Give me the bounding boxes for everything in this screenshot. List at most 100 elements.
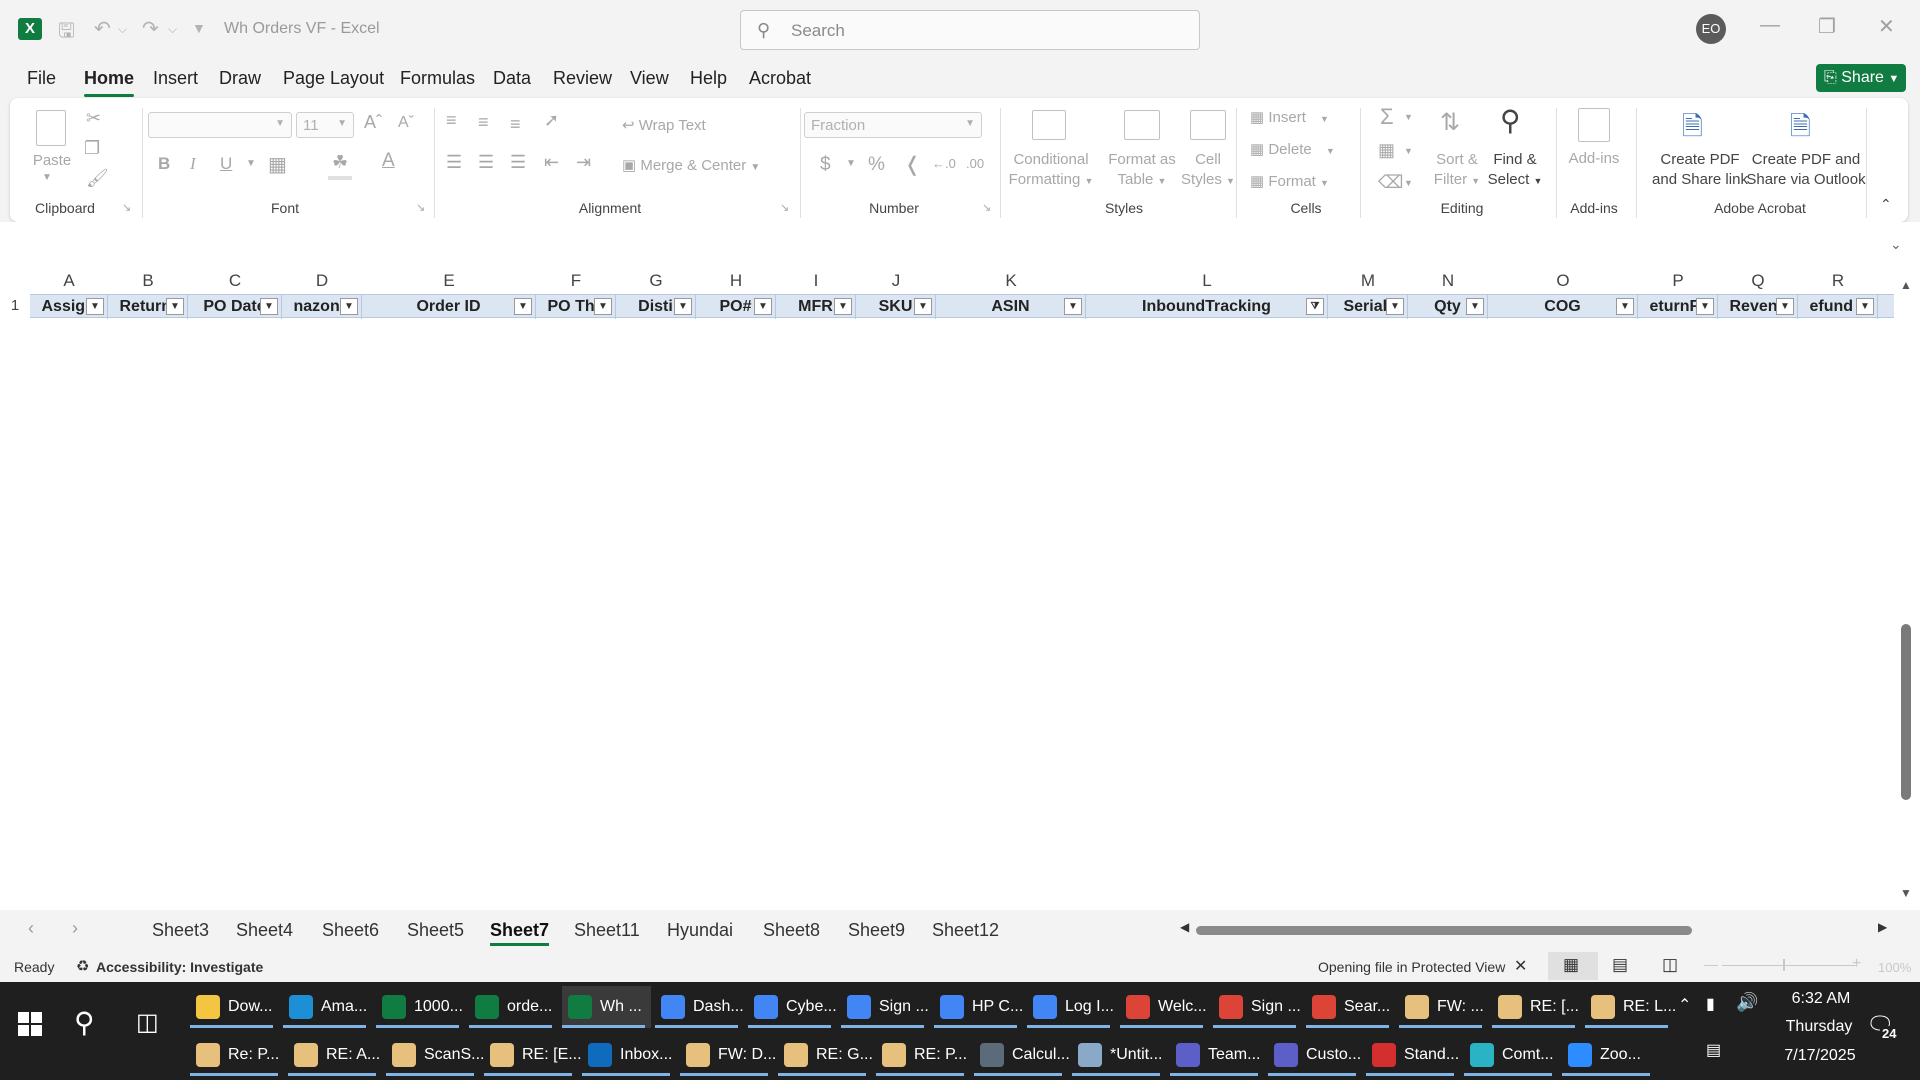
undo-dropdown-icon[interactable]: ⌵ xyxy=(118,22,127,37)
column-header-b[interactable]: B xyxy=(108,270,188,292)
filter-dropdown-icon[interactable]: ▼ xyxy=(1064,298,1082,315)
bold-button[interactable]: B xyxy=(158,154,170,174)
zoom-level[interactable]: 100% xyxy=(1878,960,1911,975)
zoom-in-icon[interactable]: + xyxy=(1852,955,1861,973)
tab-page-layout[interactable]: Page Layout xyxy=(283,68,384,89)
taskbar-app[interactable]: Ama... xyxy=(283,986,372,1028)
clipboard-launcher-icon[interactable]: ↘ xyxy=(122,201,131,214)
sheet-tab-hyundai[interactable]: Hyundai xyxy=(667,920,733,941)
insert-cells-button[interactable]: ▦ Insert ▼ xyxy=(1250,108,1329,126)
accessibility-status[interactable]: Accessibility: Investigate xyxy=(96,959,263,975)
clock-date[interactable]: 7/17/2025 xyxy=(1770,1047,1870,1065)
orientation-icon[interactable]: ➚ xyxy=(544,110,559,131)
clock-day[interactable]: Thursday xyxy=(1774,1018,1864,1036)
sheet-tab-sheet12[interactable]: Sheet12 xyxy=(932,920,999,941)
decrease-indent-icon[interactable]: ⇤ xyxy=(544,152,559,173)
header-cell[interactable]: Assigned▼ xyxy=(30,295,108,319)
font-launcher-icon[interactable]: ↘ xyxy=(416,201,425,214)
tab-home[interactable]: Home xyxy=(84,68,135,97)
fill-dropdown-icon[interactable]: ▼ xyxy=(1404,146,1413,156)
prev-sheet-icon[interactable]: ‹ xyxy=(28,918,34,939)
taskbar-app[interactable]: Wh ... xyxy=(562,986,651,1028)
header-cell[interactable]: Disti ▼ xyxy=(616,295,696,319)
sheet-tab-sheet5[interactable]: Sheet5 xyxy=(407,920,464,941)
column-header-k[interactable]: K xyxy=(936,270,1086,292)
align-bottom-icon[interactable]: ≡ xyxy=(510,114,521,135)
taskbar-app[interactable]: 1000... xyxy=(376,986,465,1028)
worksheet[interactable]: ⌄ ABCDEFGHIJKLMNOPQR 1 Assigned▼Return D… xyxy=(0,222,1920,910)
increase-font-icon[interactable]: Aˆ xyxy=(364,112,382,133)
network-icon[interactable]: ▤ xyxy=(1706,1040,1721,1060)
zoom-slider-thumb[interactable] xyxy=(1783,959,1785,971)
cut-icon[interactable]: ✂ xyxy=(86,108,101,129)
header-cell[interactable]: Revenu ▼ xyxy=(1718,295,1798,319)
increase-indent-icon[interactable]: ⇥ xyxy=(576,152,591,173)
header-cell[interactable]: nazon Ac▼ xyxy=(282,295,362,319)
chevron-up-icon[interactable]: ⌃ xyxy=(1678,995,1691,1015)
alignment-launcher-icon[interactable]: ↘ xyxy=(780,201,789,214)
taskbar-app[interactable]: Sear... xyxy=(1306,986,1395,1028)
column-header-r[interactable]: R xyxy=(1798,270,1878,292)
cell-styles-button[interactable]: Cell Styles ▼ xyxy=(1176,150,1240,191)
find-select-icon[interactable]: ⚲ xyxy=(1500,104,1521,137)
tab-acrobat[interactable]: Acrobat xyxy=(749,68,811,89)
increase-decimal-icon[interactable]: ←.0 xyxy=(932,156,956,171)
row-header[interactable]: 1 xyxy=(0,294,30,318)
volume-icon[interactable]: 🔊 xyxy=(1736,992,1758,1013)
share-button[interactable]: ⎘ Share ▼ xyxy=(1816,64,1906,92)
sheet-tab-sheet7[interactable]: Sheet7 xyxy=(490,920,550,946)
header-cell[interactable]: PO Date ▼ xyxy=(188,295,282,319)
filter-dropdown-icon[interactable]: ▼ xyxy=(1616,298,1634,315)
filter-dropdown-icon[interactable]: ▼ xyxy=(1386,298,1404,315)
copy-icon[interactable]: ❐ xyxy=(84,138,100,159)
sheet-tab-sheet8[interactable]: Sheet8 xyxy=(763,920,820,941)
add-ins-button[interactable]: Add-ins xyxy=(1560,150,1628,167)
next-sheet-icon[interactable]: › xyxy=(72,918,78,939)
customize-toolbar-icon[interactable]: ▼ xyxy=(192,20,206,36)
merge-center-button[interactable]: ▣ Merge & Center ▼ xyxy=(622,156,760,174)
filter-dropdown-icon[interactable]: ▼ xyxy=(1856,298,1874,315)
header-cell[interactable]: eturnFre▼ xyxy=(1638,295,1718,319)
autosum-icon[interactable]: Σ xyxy=(1380,104,1394,130)
align-middle-icon[interactable]: ≡ xyxy=(478,112,489,133)
taskbar-app[interactable]: RE: A... xyxy=(288,1034,382,1076)
filter-dropdown-icon[interactable]: ▼ xyxy=(166,298,184,315)
column-header-c[interactable]: C xyxy=(188,270,282,292)
taskbar-app[interactable]: RE: [... xyxy=(1492,986,1581,1028)
column-header-g[interactable]: G xyxy=(616,270,696,292)
column-header-l[interactable]: L xyxy=(1086,270,1328,292)
tab-review[interactable]: Review xyxy=(553,68,612,89)
paste-dropdown-icon[interactable]: ▼ xyxy=(42,172,52,183)
undo-icon[interactable]: ↶ xyxy=(94,16,111,41)
tab-help[interactable]: Help xyxy=(690,68,727,89)
sort-filter-icon[interactable]: ⇅ xyxy=(1440,108,1460,137)
column-header-d[interactable]: D xyxy=(282,270,362,292)
taskbar-app[interactable]: Stand... xyxy=(1366,1034,1460,1076)
taskbar-app[interactable]: Sign ... xyxy=(1213,986,1302,1028)
taskbar-app[interactable]: FW: ... xyxy=(1399,986,1488,1028)
column-header-a[interactable]: A xyxy=(30,270,108,292)
decrease-font-icon[interactable]: Aˇ xyxy=(398,114,414,132)
clock-time[interactable]: 6:32 AM xyxy=(1778,990,1864,1008)
taskbar-app[interactable]: Re: P... xyxy=(190,1034,284,1076)
chevron-down-icon[interactable]: ⌄ xyxy=(1890,236,1902,253)
clear-icon[interactable]: ⌫ xyxy=(1378,172,1403,193)
filter-dropdown-icon[interactable]: ▼ xyxy=(1776,298,1794,315)
taskbar-app[interactable]: Cybe... xyxy=(748,986,837,1028)
task-view-icon[interactable]: ◫ xyxy=(136,1008,159,1037)
close-window-icon[interactable]: ✕ xyxy=(1878,14,1895,39)
format-as-table-icon[interactable] xyxy=(1124,110,1160,140)
header-cell[interactable]: PO# ▼ xyxy=(696,295,776,319)
filter-dropdown-icon[interactable]: ▼ xyxy=(754,298,772,315)
taskbar-app[interactable]: Log I... xyxy=(1027,986,1116,1028)
filter-applied-icon[interactable]: ⧩ xyxy=(1306,298,1324,315)
wrap-text-button[interactable]: ↩ Wrap Text xyxy=(622,116,706,134)
taskbar-app[interactable]: Sign ... xyxy=(841,986,930,1028)
taskbar-app[interactable]: Comt... xyxy=(1464,1034,1558,1076)
filter-dropdown-icon[interactable]: ▼ xyxy=(86,298,104,315)
column-header-m[interactable]: M xyxy=(1328,270,1408,292)
redo-icon[interactable]: ↷ xyxy=(142,16,159,41)
currency-icon[interactable]: $ xyxy=(820,154,831,176)
taskbar-app[interactable]: RE: G... xyxy=(778,1034,873,1076)
delete-cells-button[interactable]: ▦ Delete ▼ xyxy=(1250,140,1335,158)
